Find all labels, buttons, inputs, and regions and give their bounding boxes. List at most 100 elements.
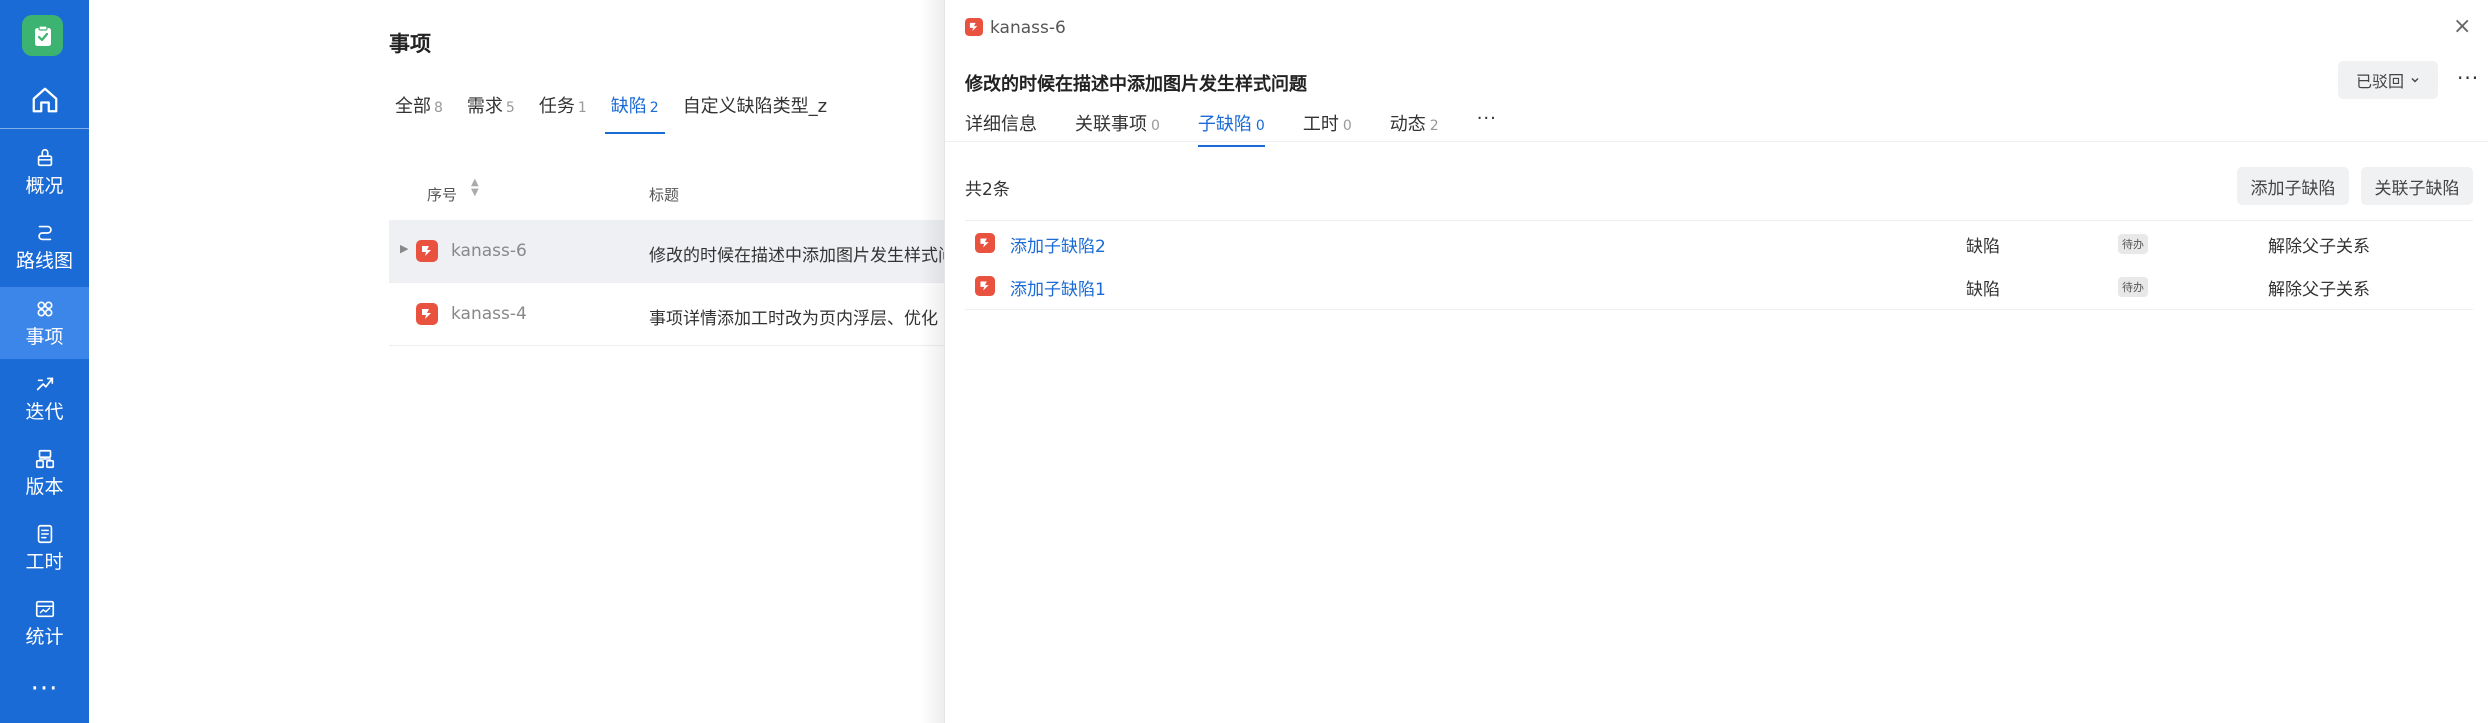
sidebar-item-label: 概况: [25, 175, 64, 197]
drawer-item-key: kanass-6: [990, 18, 1066, 38]
tab-count: 8: [434, 100, 443, 116]
sidebar-item-label: 迭代: [25, 401, 64, 423]
defect-type-icon: [975, 233, 995, 257]
tab-label: 全部: [395, 96, 431, 117]
table-header: 序号 ▲ ▼ 标题: [389, 170, 949, 218]
status-badge: 待办: [2118, 234, 2148, 254]
status-label: 已驳回: [2355, 72, 2404, 91]
tab-requirement[interactable]: 需求 5: [461, 92, 521, 128]
sidebar-item-label: 事项: [25, 326, 64, 348]
worklog-icon: [37, 524, 52, 544]
tab-label: 子缺陷: [1197, 114, 1252, 135]
tab-activity[interactable]: 动态 2: [1390, 110, 1439, 144]
item-detail-drawer: kanass-6 × 修改的时候在描述中添加图片发生样式问题 已驳回 ··· 详…: [944, 0, 2488, 723]
defect-type-icon: [416, 303, 438, 329]
sub-defect-type: 缺陷: [1966, 280, 2000, 300]
tab-all[interactable]: 全部 8: [389, 92, 449, 128]
list-divider: [965, 309, 2473, 310]
tab-label: 缺陷: [610, 96, 647, 117]
defect-type-icon: [416, 240, 438, 266]
tab-related-items[interactable]: 关联事项 0: [1075, 110, 1160, 144]
home-button[interactable]: [0, 75, 89, 125]
sidebar-item-label: 统计: [25, 626, 64, 648]
tab-custom-defect-type[interactable]: 自定义缺陷类型_z: [677, 92, 833, 128]
sidebar-item-sprint[interactable]: 迭代: [0, 362, 89, 434]
page-title: 事项: [389, 32, 431, 56]
tab-count: 0: [1151, 118, 1160, 134]
sidebar-item-overview[interactable]: 概况: [0, 136, 89, 208]
version-icon: [35, 449, 54, 469]
column-header-title: 标题: [649, 186, 680, 204]
add-sub-defect-button[interactable]: 添加子缺陷: [2237, 167, 2349, 205]
tab-count: 5: [505, 100, 515, 116]
tab-count: 0: [1255, 118, 1265, 134]
tab-count: 1: [577, 100, 587, 116]
tab-label: 关联事项: [1075, 114, 1147, 135]
tab-label: 自定义缺陷类型_z: [682, 96, 828, 117]
chevron-down-icon: [2411, 78, 2419, 83]
sort-icon[interactable]: ▲ ▼: [471, 178, 479, 198]
roadmap-icon: [37, 225, 52, 241]
expand-caret-icon[interactable]: ▶: [400, 242, 408, 255]
defect-type-icon: [965, 18, 983, 40]
sidebar-item-statistics[interactable]: 统计: [0, 587, 89, 659]
drawer-shadow: [920, 0, 945, 723]
tab-label: 工时: [1302, 114, 1339, 135]
tab-label: 动态: [1389, 114, 1426, 135]
item-title[interactable]: 事项详情添加工时改为页内浮层、优化: [649, 304, 949, 329]
unlink-parent-button[interactable]: 解除父子关系: [2268, 275, 2370, 300]
tab-label: 需求: [466, 96, 503, 117]
sidebar-item-label: 路线图: [15, 250, 73, 272]
table-row[interactable]: kanass-4 事项详情添加工时改为页内浮层、优化: [389, 283, 949, 346]
item-key: kanass-6: [451, 241, 527, 261]
sub-defect-type: 缺陷: [1966, 237, 2000, 257]
tab-label: 任务: [538, 96, 575, 117]
list-item: 添加子缺陷1 缺陷 待办 解除父子关系: [965, 265, 2473, 307]
sidebar-more-button[interactable]: ···: [0, 676, 89, 702]
app-logo[interactable]: [22, 15, 63, 56]
sub-defect-count: 共2条: [965, 180, 1010, 200]
tab-label: 详细信息: [965, 114, 1037, 135]
work-item-type-tabs: 全部 8 需求 5 任务 1 缺陷 2 自定义缺陷类型_z: [389, 92, 845, 134]
sidebar-item-label: 版本: [25, 476, 64, 498]
tab-sub-defects[interactable]: 子缺陷 0: [1197, 110, 1265, 147]
home-icon: [32, 87, 57, 113]
sidebar-item-version[interactable]: 版本: [0, 437, 89, 509]
statistics-icon: [35, 600, 54, 618]
sidebar-item-work-items[interactable]: 事项: [0, 287, 89, 359]
sidebar-item-roadmap[interactable]: 路线图: [0, 211, 89, 283]
column-header-index[interactable]: 序号: [427, 184, 457, 205]
sub-defect-link[interactable]: 添加子缺陷1: [1010, 275, 1106, 300]
link-sub-defect-button[interactable]: 关联子缺陷: [2361, 167, 2473, 205]
work-item-icon: [36, 301, 53, 317]
drawer-tabs: 详细信息 关联事项 0 子缺陷 0 工时 0 动态 2 ···: [965, 110, 1497, 147]
unlink-parent-button[interactable]: 解除父子关系: [2268, 232, 2370, 257]
tab-defect[interactable]: 缺陷 2: [604, 92, 665, 134]
tabs-divider: [945, 141, 2488, 142]
sidebar-item-label: 工时: [25, 551, 64, 573]
overview-icon: [37, 148, 52, 167]
tab-count: 2: [649, 100, 659, 116]
list-item: 添加子缺陷2 缺陷 待办 解除父子关系: [965, 222, 2473, 264]
tab-details[interactable]: 详细信息: [965, 110, 1037, 144]
list-divider: [965, 220, 2473, 221]
close-icon[interactable]: ×: [2453, 14, 2471, 39]
status-dropdown[interactable]: 已驳回: [2338, 61, 2438, 99]
sub-defect-link[interactable]: 添加子缺陷2: [1010, 232, 1106, 257]
tab-task[interactable]: 任务 1: [533, 92, 593, 128]
tab-count: 0: [1342, 118, 1352, 134]
item-key: kanass-4: [451, 304, 527, 324]
tab-count: 2: [1429, 118, 1439, 134]
status-badge: 待办: [2118, 277, 2148, 297]
defect-type-icon: [975, 276, 995, 300]
more-actions-button[interactable]: ···: [2457, 66, 2479, 90]
item-title[interactable]: 修改的时候在描述中添加图片发生样式问题: [649, 241, 949, 266]
table-row[interactable]: ▶ kanass-6 修改的时候在描述中添加图片发生样式问题: [389, 220, 949, 283]
sidebar: 概况 路线图 事项 迭代 版本 工时 统计 ···: [0, 0, 89, 723]
sidebar-divider: [0, 128, 89, 129]
sidebar-item-worklog[interactable]: 工时: [0, 512, 89, 584]
clipboard-check-icon: [34, 24, 51, 46]
tab-worklog[interactable]: 工时 0: [1303, 110, 1352, 144]
more-tabs-button[interactable]: ···: [1477, 110, 1497, 144]
drawer-item-title[interactable]: 修改的时候在描述中添加图片发生样式问题: [965, 70, 1307, 96]
